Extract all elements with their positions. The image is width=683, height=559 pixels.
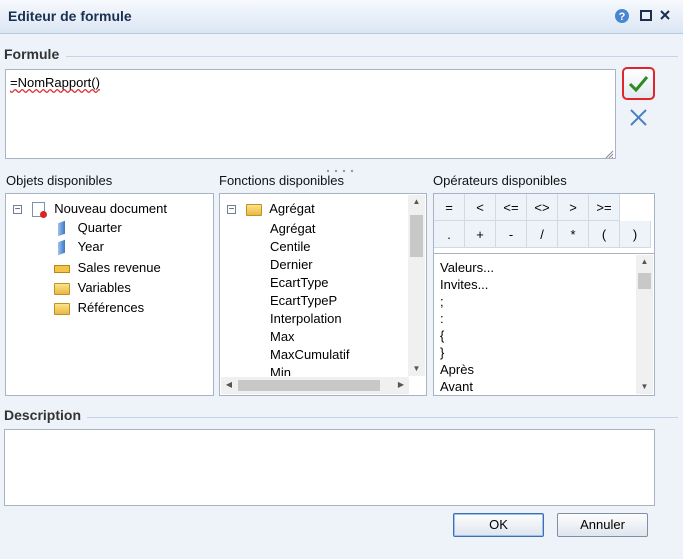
collapse-icon[interactable]: − bbox=[13, 205, 22, 215]
check-icon bbox=[628, 76, 649, 93]
function-item[interactable]: Agrégat bbox=[270, 220, 316, 238]
operator-item[interactable]: Après bbox=[440, 361, 474, 378]
operator-button[interactable]: > bbox=[558, 194, 589, 221]
folder-icon bbox=[54, 302, 70, 315]
splitter-grip[interactable] bbox=[325, 161, 357, 173]
description-field[interactable] bbox=[4, 429, 655, 506]
function-item[interactable]: EcartTypeP bbox=[270, 292, 337, 310]
operator-button[interactable]: = bbox=[434, 194, 465, 221]
scroll-down-icon[interactable]: ▼ bbox=[636, 380, 653, 394]
operators-panel: = < <= <> > >= . + - / * ( ) Valeurs... … bbox=[433, 193, 655, 396]
operator-button[interactable]: ( bbox=[589, 221, 620, 248]
function-item[interactable]: EcartType bbox=[270, 274, 329, 292]
help-icon[interactable]: ? bbox=[614, 8, 630, 24]
validate-formula-button[interactable] bbox=[622, 67, 655, 100]
tree-item-label: Year bbox=[77, 239, 104, 254]
tree-root[interactable]: − Nouveau document bbox=[13, 200, 167, 219]
operators-list[interactable]: Valeurs... Invites... ; : { } Après Avan… bbox=[434, 253, 654, 395]
formula-editor[interactable]: =NomRapport() bbox=[5, 69, 616, 159]
tree-item-variables[interactable]: Variables bbox=[54, 279, 131, 297]
operator-button[interactable]: >= bbox=[589, 194, 620, 221]
folder-icon bbox=[54, 282, 70, 295]
dimension-icon bbox=[58, 220, 65, 237]
folder-icon bbox=[245, 203, 262, 216]
functions-hscrollbar[interactable]: ◀ ▶ bbox=[221, 377, 409, 394]
functions-label: Fonctions disponibles bbox=[219, 173, 345, 188]
operator-button[interactable]: . bbox=[434, 221, 465, 248]
scroll-up-icon[interactable]: ▲ bbox=[636, 255, 653, 269]
description-section-title: Description bbox=[4, 407, 82, 423]
tree-item-label: Sales revenue bbox=[77, 260, 161, 275]
tree-item-label: Variables bbox=[77, 280, 131, 295]
tree-item-sales-revenue[interactable]: Sales revenue bbox=[54, 259, 161, 277]
function-item[interactable]: Interpolation bbox=[270, 310, 342, 328]
ok-button[interactable]: OK bbox=[453, 513, 544, 537]
scroll-thumb[interactable] bbox=[238, 380, 380, 391]
collapse-icon[interactable]: − bbox=[227, 205, 236, 215]
objects-tree[interactable]: − Nouveau document Quarter Year Sales re… bbox=[5, 193, 214, 396]
scroll-thumb[interactable] bbox=[638, 273, 651, 289]
resize-grip-icon[interactable] bbox=[604, 147, 614, 159]
objects-label: Objets disponibles bbox=[6, 173, 113, 188]
cancel-formula-button[interactable] bbox=[625, 105, 652, 130]
operator-button[interactable]: - bbox=[496, 221, 527, 248]
operator-item[interactable]: } bbox=[440, 344, 444, 361]
operator-button[interactable]: <> bbox=[527, 194, 558, 221]
tree-item-year[interactable]: Year bbox=[58, 238, 104, 256]
operator-item[interactable]: Invites... bbox=[440, 276, 488, 293]
operator-item[interactable]: Avant bbox=[440, 378, 473, 395]
operators-label: Opérateurs disponibles bbox=[433, 173, 567, 188]
operator-button[interactable]: * bbox=[558, 221, 589, 248]
function-item[interactable]: MaxCumulatif bbox=[270, 346, 349, 364]
functions-list[interactable]: − Agrégat Agrégat Centile Dernier EcartT… bbox=[219, 193, 427, 396]
function-item[interactable]: Dernier bbox=[270, 256, 313, 274]
window-title: Editeur de formule bbox=[8, 8, 132, 24]
function-category-label: Agrégat bbox=[269, 201, 315, 216]
divider bbox=[87, 417, 678, 418]
operator-button[interactable]: + bbox=[465, 221, 496, 248]
measure-icon bbox=[54, 264, 70, 273]
divider bbox=[66, 56, 678, 57]
title-bar: Editeur de formule ? bbox=[0, 0, 683, 34]
functions-vscrollbar[interactable]: ▲ ▼ bbox=[408, 195, 425, 376]
formula-text: =NomRapport() bbox=[10, 75, 100, 90]
scroll-down-icon[interactable]: ▼ bbox=[408, 362, 425, 376]
operator-button[interactable]: / bbox=[527, 221, 558, 248]
operator-button[interactable]: < bbox=[465, 194, 496, 221]
cancel-button[interactable]: Annuler bbox=[557, 513, 648, 537]
formula-value: =NomRapport() bbox=[10, 75, 100, 90]
maximize-icon[interactable] bbox=[638, 8, 654, 24]
operators-vscrollbar[interactable]: ▲ ▼ bbox=[636, 255, 653, 394]
function-item[interactable]: Centile bbox=[270, 238, 310, 256]
tree-item-quarter[interactable]: Quarter bbox=[58, 219, 122, 237]
operator-button[interactable]: <= bbox=[496, 194, 527, 221]
operator-item[interactable]: Valeurs... bbox=[440, 259, 494, 276]
operator-button[interactable]: ) bbox=[620, 221, 651, 248]
function-item[interactable]: Min bbox=[270, 364, 291, 376]
scroll-left-icon[interactable]: ◀ bbox=[223, 378, 235, 393]
tree-item-references[interactable]: Références bbox=[54, 299, 144, 317]
close-icon[interactable] bbox=[657, 8, 673, 24]
svg-text:?: ? bbox=[619, 11, 626, 23]
dimension-icon bbox=[58, 239, 65, 256]
tree-root-label: Nouveau document bbox=[54, 201, 167, 216]
cross-icon bbox=[630, 109, 647, 126]
formula-section-title: Formule bbox=[4, 46, 60, 62]
operator-item[interactable]: : bbox=[440, 310, 444, 327]
tree-item-label: Références bbox=[77, 300, 145, 315]
tree-item-label: Quarter bbox=[77, 220, 122, 235]
operator-item[interactable]: ; bbox=[440, 293, 444, 310]
function-item[interactable]: Max bbox=[270, 328, 295, 346]
operator-item[interactable]: { bbox=[440, 327, 444, 344]
scroll-thumb[interactable] bbox=[410, 215, 423, 257]
document-icon bbox=[31, 202, 47, 219]
scroll-up-icon[interactable]: ▲ bbox=[408, 195, 425, 209]
function-category[interactable]: − Agrégat bbox=[227, 200, 315, 218]
scroll-right-icon[interactable]: ▶ bbox=[395, 378, 407, 393]
